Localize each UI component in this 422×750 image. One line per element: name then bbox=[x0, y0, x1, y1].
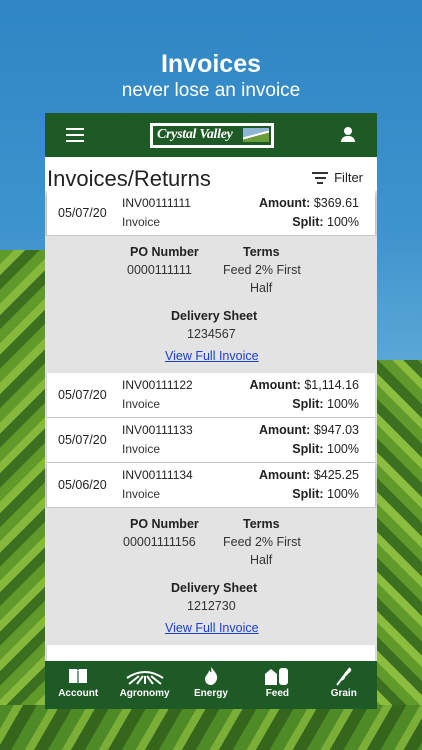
delivery-sheet-value: 1212730 bbox=[187, 599, 236, 613]
delivery-sheet-label: Delivery Sheet bbox=[171, 309, 258, 323]
po-number-label: PO Number bbox=[130, 245, 199, 259]
invoice-date: 05/07/20 bbox=[58, 433, 107, 447]
corn-background-bottom bbox=[0, 705, 422, 750]
terms-label: Terms bbox=[243, 517, 280, 531]
invoice-detail: PO Number 0000111111 Terms Feed 2% First… bbox=[45, 236, 377, 373]
corn-background-right bbox=[372, 360, 422, 750]
invoice-number: INV00111133 bbox=[122, 423, 193, 437]
title-bar: Invoices/Returns Filter bbox=[45, 157, 377, 191]
invoice-split: Split: 100% bbox=[292, 442, 359, 456]
nav-label: Account bbox=[58, 688, 99, 699]
view-full-invoice-link[interactable]: View Full Invoice bbox=[165, 349, 259, 363]
invoice-row[interactable]: 05/06/20 INV00111134 Invoice Amount: $42… bbox=[47, 463, 375, 508]
invoice-row[interactable]: 05/07/20 INV00111111 Invoice Amount: $36… bbox=[47, 191, 375, 236]
invoice-split: Split: 100% bbox=[292, 397, 359, 411]
terms-value-line2: Half bbox=[250, 281, 273, 295]
invoice-number: INV00111134 bbox=[122, 468, 193, 482]
po-number-value: 00001111156 bbox=[123, 535, 196, 549]
invoice-date: 05/07/20 bbox=[58, 388, 107, 402]
nav-energy[interactable]: Energy bbox=[181, 661, 241, 709]
invoice-type: Invoice bbox=[122, 215, 161, 229]
hero-title: Invoices bbox=[160, 50, 262, 78]
invoice-row-partial[interactable] bbox=[47, 645, 375, 661]
po-number-value: 0000111111 bbox=[127, 263, 192, 277]
corn-background-left bbox=[0, 250, 50, 750]
nav-label: Energy bbox=[194, 688, 228, 699]
invoice-date: 05/06/20 bbox=[58, 478, 107, 492]
filter-button[interactable]: Filter bbox=[312, 170, 363, 185]
invoice-type: Invoice bbox=[122, 487, 161, 501]
invoice-split: Split: 100% bbox=[292, 487, 359, 501]
book-icon bbox=[48, 666, 108, 686]
barn-icon bbox=[247, 666, 307, 686]
app-bar: Crystal Valley bbox=[45, 113, 377, 157]
delivery-sheet-label: Delivery Sheet bbox=[171, 581, 258, 595]
filter-icon bbox=[312, 171, 329, 184]
logo-text: Crystal Valley bbox=[157, 127, 233, 142]
brand-logo: Crystal Valley bbox=[150, 123, 274, 148]
invoice-amount: Amount: $425.25 bbox=[258, 468, 359, 482]
nav-label: Feed bbox=[265, 688, 290, 699]
flame-icon bbox=[181, 666, 241, 686]
view-full-invoice-link[interactable]: View Full Invoice bbox=[165, 621, 259, 635]
terms-value-line1: Feed 2% First bbox=[223, 535, 301, 549]
terms-value-line2: Half bbox=[250, 553, 273, 567]
bottom-nav: Account Agronomy Energy Feed Grain bbox=[45, 661, 377, 709]
filter-label: Filter bbox=[334, 170, 363, 185]
invoice-type: Invoice bbox=[122, 442, 161, 456]
phone-screen: Crystal Valley Invoices/Returns Filter 0… bbox=[45, 113, 377, 709]
nav-account[interactable]: Account bbox=[48, 661, 108, 709]
hero-subtitle: never lose an invoice bbox=[121, 80, 301, 101]
delivery-sheet-value: 1234567 bbox=[187, 327, 236, 341]
invoice-type: Invoice bbox=[122, 397, 161, 411]
user-account-icon[interactable] bbox=[340, 127, 356, 143]
invoice-number: INV00111122 bbox=[122, 378, 193, 392]
invoice-amount: Amount: $369.61 bbox=[258, 196, 359, 210]
hamburger-menu-icon[interactable] bbox=[66, 128, 84, 142]
nav-feed[interactable]: Feed bbox=[247, 661, 307, 709]
nav-label: Agronomy bbox=[119, 688, 170, 699]
nav-agronomy[interactable]: Agronomy bbox=[115, 661, 175, 709]
invoice-amount: Amount: $947.03 bbox=[258, 423, 359, 437]
field-icon bbox=[115, 666, 175, 686]
invoice-row[interactable]: 05/07/20 INV00111122 Invoice Amount: $1,… bbox=[47, 373, 375, 418]
invoice-amount: Amount: $1,114.16 bbox=[249, 378, 359, 392]
wheat-icon bbox=[314, 666, 374, 686]
invoice-row[interactable]: 05/07/20 INV00111133 Invoice Amount: $94… bbox=[47, 418, 375, 463]
po-number-label: PO Number bbox=[130, 517, 199, 531]
invoice-date: 05/07/20 bbox=[58, 206, 107, 220]
terms-value-line1: Feed 2% First bbox=[223, 263, 301, 277]
logo-flag-icon bbox=[243, 128, 269, 142]
page-title: Invoices/Returns bbox=[47, 166, 211, 191]
invoice-number: INV00111111 bbox=[122, 196, 191, 210]
nav-grain[interactable]: Grain bbox=[314, 661, 374, 709]
nav-label: Grain bbox=[330, 688, 357, 699]
invoice-detail: PO Number 00001111156 Terms Feed 2% Firs… bbox=[45, 508, 377, 645]
terms-label: Terms bbox=[243, 245, 280, 259]
invoice-list[interactable]: 05/07/20 INV00111111 Invoice Amount: $36… bbox=[45, 191, 377, 661]
invoice-split: Split: 100% bbox=[292, 215, 359, 229]
